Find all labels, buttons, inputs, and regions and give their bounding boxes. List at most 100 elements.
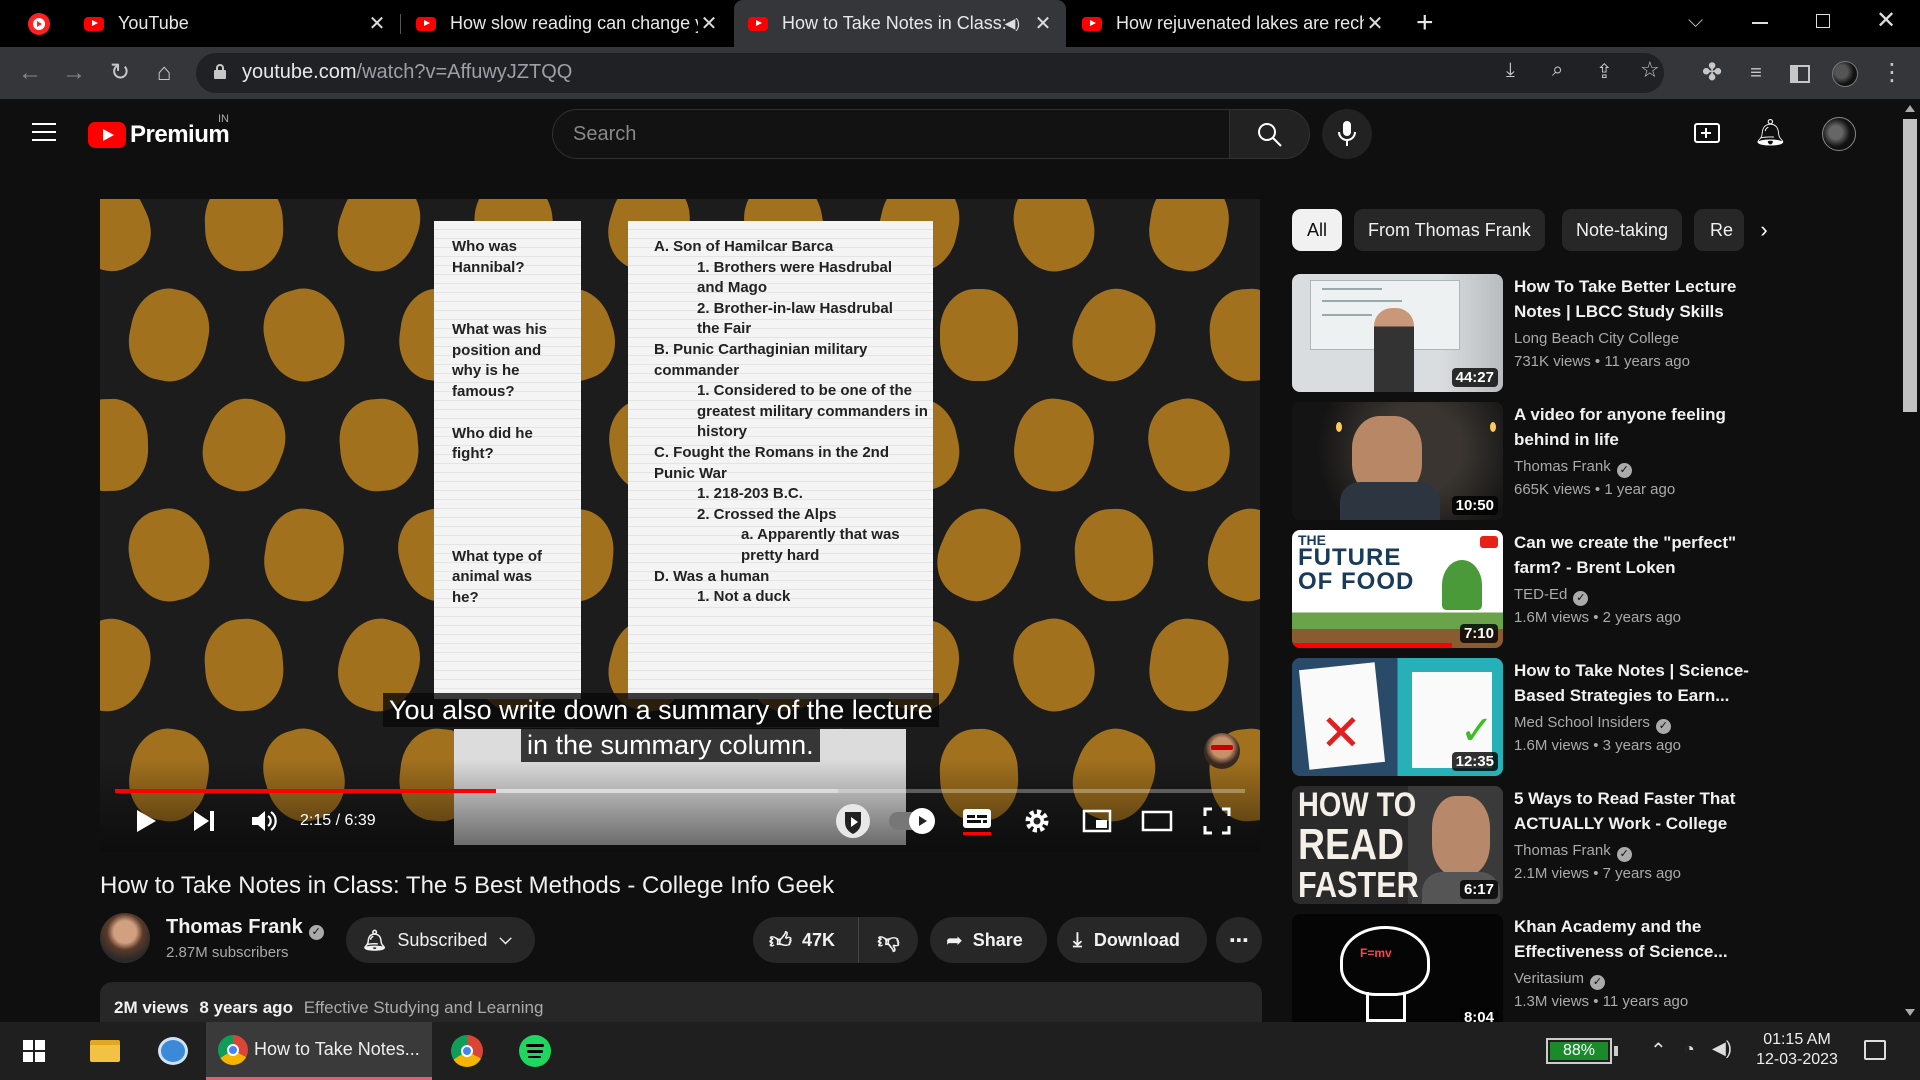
- close-icon[interactable]: ✕: [1032, 11, 1054, 36]
- dislike-button[interactable]: 👎︎: [859, 927, 918, 954]
- battery-indicator[interactable]: 88%: [1546, 1038, 1612, 1064]
- restore-icon[interactable]: [1816, 14, 1830, 28]
- video-title[interactable]: Can we create the "perfect" farm? - Bren…: [1514, 530, 1764, 582]
- play-button[interactable]: [128, 803, 164, 839]
- account-avatar[interactable]: [1822, 117, 1856, 151]
- channel-name[interactable]: TED-Ed ✓: [1514, 586, 1589, 606]
- more-actions-button[interactable]: ⋯: [1216, 917, 1262, 963]
- tab-search-chevron-icon[interactable]: ⌵: [1688, 10, 1703, 33]
- notifications-bell-icon[interactable]: 🔔︎: [1754, 117, 1787, 148]
- clock[interactable]: 01:15 AM 12-03-2023: [1752, 1030, 1842, 1070]
- video-title[interactable]: 5 Ways to Read Faster That ACTUALLY Work…: [1514, 786, 1764, 838]
- page-scrollbar[interactable]: [1900, 99, 1920, 1022]
- chip-from-thomas-frank[interactable]: From Thomas Frank: [1354, 209, 1545, 251]
- notification-center-icon[interactable]: [1864, 1040, 1886, 1060]
- autoplay-toggle[interactable]: [888, 803, 935, 839]
- tab-take-notes[interactable]: How to Take Notes in Class: T ◀) ✕: [734, 0, 1066, 47]
- settings-button[interactable]: [1018, 803, 1056, 839]
- browser-menu-icon[interactable]: [28, 13, 50, 35]
- next-button[interactable]: [186, 803, 222, 839]
- voice-search-button[interactable]: [1322, 109, 1372, 159]
- video-tags[interactable]: Effective Studying and Learning: [304, 998, 544, 1017]
- extensions-icon[interactable]: ✤: [1696, 57, 1728, 89]
- miniplayer-button[interactable]: [1078, 803, 1116, 839]
- taskbar-chrome-active[interactable]: How to Take Notes...: [206, 1022, 432, 1080]
- profile-avatar[interactable]: [1832, 61, 1858, 87]
- close-icon[interactable]: ✕: [366, 11, 388, 36]
- recommended-video[interactable]: 44:27 How To Take Better Lecture Notes |…: [1292, 274, 1772, 392]
- media-control-icon[interactable]: ≡: [1740, 57, 1772, 89]
- zoom-icon[interactable]: ⌕: [1552, 59, 1563, 82]
- channel-avatar[interactable]: [100, 913, 150, 963]
- share-button[interactable]: ➦ Share: [930, 917, 1047, 963]
- back-arrow-icon[interactable]: ←: [14, 57, 46, 89]
- file-explorer-icon[interactable]: [80, 1022, 130, 1080]
- volume-tray-icon[interactable]: ◀): [1712, 1038, 1732, 1059]
- start-button[interactable]: [12, 1022, 56, 1080]
- forward-arrow-icon[interactable]: →: [58, 57, 90, 89]
- channel-name[interactable]: Long Beach City College: [1514, 330, 1679, 347]
- chat-app-icon[interactable]: [148, 1022, 198, 1080]
- address-bar[interactable]: youtube.com/watch?v=AffuwyJZTQQ ⤓ ⌕ ⇪ ☆: [196, 53, 1664, 93]
- speaker-icon[interactable]: ◀): [1005, 15, 1020, 32]
- fullscreen-button[interactable]: [1198, 803, 1236, 839]
- scroll-up-arrow-icon[interactable]: [1905, 105, 1915, 112]
- scrollbar-thumb[interactable]: [1903, 119, 1917, 412]
- home-icon[interactable]: ⌂: [148, 57, 180, 89]
- recommended-video[interactable]: HOW TO READ FASTER 6:17 5 Ways to Read F…: [1292, 786, 1772, 904]
- chip-re[interactable]: Re: [1694, 209, 1744, 251]
- new-tab-icon[interactable]: +: [1416, 8, 1434, 38]
- chips-next-chevron-icon[interactable]: ›: [1744, 209, 1784, 251]
- video-title[interactable]: How To Take Better Lecture Notes | LBCC …: [1514, 274, 1764, 326]
- create-video-icon[interactable]: [1694, 123, 1720, 143]
- close-window-icon[interactable]: ✕: [1876, 6, 1896, 35]
- video-player[interactable]: Who was Hannibal? What was his position …: [100, 199, 1260, 852]
- channel-name[interactable]: Thomas Frank ✓: [166, 916, 324, 940]
- spotify-icon[interactable]: [510, 1022, 560, 1080]
- search-input[interactable]: Search: [552, 109, 1230, 159]
- theater-mode-button[interactable]: [1138, 803, 1176, 839]
- reload-icon[interactable]: ↻: [104, 57, 136, 89]
- recommended-video[interactable]: 10:50 A video for anyone feeling behind …: [1292, 402, 1772, 520]
- scroll-down-arrow-icon[interactable]: [1905, 1009, 1915, 1016]
- video-thumbnail[interactable]: 10:50: [1292, 402, 1503, 520]
- chip-all[interactable]: All: [1292, 209, 1342, 251]
- youtube-premium-logo[interactable]: Premium IN: [88, 113, 238, 149]
- channel-name[interactable]: Thomas Frank ✓: [1514, 458, 1632, 478]
- kebab-menu-icon[interactable]: ⋮: [1876, 57, 1908, 89]
- side-panel-icon[interactable]: [1790, 65, 1810, 83]
- chip-note-taking[interactable]: Note-taking: [1562, 209, 1683, 251]
- ad-shield-icon[interactable]: [833, 803, 873, 839]
- recommended-video[interactable]: ✕ ✓ 12:35 How to Take Notes | Science-Ba…: [1292, 658, 1772, 776]
- like-button[interactable]: 👍︎ 47K: [753, 917, 859, 963]
- hamburger-menu-icon[interactable]: [32, 123, 56, 143]
- chevron-up-icon[interactable]: ⌃: [1650, 1038, 1667, 1063]
- video-thumbnail[interactable]: 44:27: [1292, 274, 1503, 392]
- recommended-video[interactable]: THE FUTURE OF FOOD 7:10 Can we create th…: [1292, 530, 1772, 648]
- share-icon[interactable]: ⇪: [1596, 59, 1613, 84]
- minimize-icon[interactable]: [1752, 22, 1768, 24]
- chrome-profile-icon[interactable]: [442, 1022, 492, 1080]
- video-thumbnail[interactable]: THE FUTURE OF FOOD 7:10: [1292, 530, 1503, 648]
- channel-name[interactable]: Thomas Frank ✓: [1514, 842, 1632, 862]
- subtitles-button[interactable]: [958, 803, 996, 839]
- tab-slow-reading[interactable]: How slow reading can change yo ✕: [402, 0, 732, 47]
- close-icon[interactable]: ✕: [1364, 11, 1386, 36]
- bookmark-star-icon[interactable]: ☆: [1640, 57, 1660, 83]
- install-app-icon[interactable]: ⤓: [1506, 59, 1515, 82]
- video-thumbnail[interactable]: ✕ ✓ 12:35: [1292, 658, 1503, 776]
- download-button[interactable]: ⤓ Download: [1057, 917, 1207, 963]
- volume-button[interactable]: [246, 803, 282, 839]
- close-icon[interactable]: ✕: [698, 11, 720, 36]
- progress-bar[interactable]: [115, 789, 1245, 793]
- subscribe-button[interactable]: 🔔︎ Subscribed ⌵: [346, 917, 535, 963]
- lock-icon[interactable]: [214, 64, 226, 79]
- tab-lakes[interactable]: How rejuvenated lakes are rechar ✕: [1068, 0, 1398, 47]
- tab-youtube[interactable]: YouTube ✕: [70, 0, 400, 47]
- wifi-icon[interactable]: ◔: [1684, 1039, 1695, 1060]
- recommended-video[interactable]: F=mv 8:04 Khan Academy and the Effective…: [1292, 914, 1772, 1032]
- video-thumbnail[interactable]: HOW TO READ FASTER 6:17: [1292, 786, 1503, 904]
- video-thumbnail[interactable]: F=mv 8:04: [1292, 914, 1503, 1032]
- channel-name[interactable]: Med School Insiders ✓: [1514, 714, 1671, 734]
- video-title[interactable]: Khan Academy and the Effectiveness of Sc…: [1514, 914, 1764, 966]
